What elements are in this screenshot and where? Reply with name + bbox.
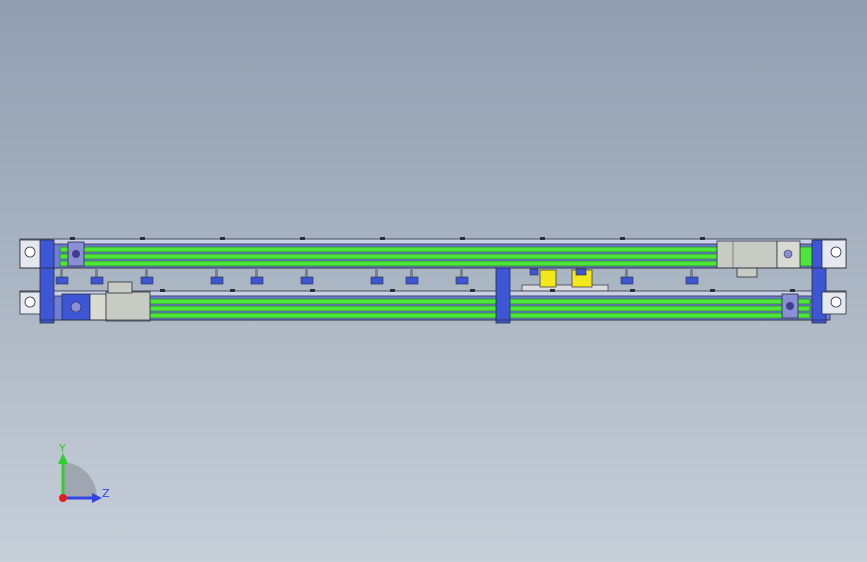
upper-top-fastener [220,237,225,240]
upper-hanging-bracket-row [55,268,699,285]
upper-top-fastener [70,237,75,240]
upper-top-fastener [140,237,145,240]
z-axis-label: Z [102,487,110,500]
lower-conveyor[interactable] [19,267,847,324]
upper-top-fastener [460,237,465,240]
lower-middle-leg [495,267,511,324]
upper-top-fastener [700,237,705,240]
hanger-clamp [620,276,634,285]
lower-top-fastener [710,289,715,292]
hanger-post [625,268,628,278]
sensor-blue-tab-left [529,268,539,276]
hanger-post [255,268,258,278]
upper-top-fastener [540,237,545,240]
lower-top-fastener [470,289,475,292]
lower-motor-top-cap [107,281,133,294]
hanger-post [145,268,148,278]
upper-motor-shaft [783,249,793,259]
upper-left-bracket [39,239,55,271]
conveyor-assembly-drawing[interactable]: Y Z [0,0,867,562]
lower-top-fastener [160,289,165,292]
sensor-yellow-block-left [539,269,557,288]
lower-motor-housing [105,291,151,322]
upper-top-fastener [620,237,625,240]
upper-conveyor[interactable] [19,237,847,285]
hanger-clamp [370,276,384,285]
hanger-clamp [300,276,314,285]
z-axis-arrowhead [92,493,102,503]
x-axis-origin-dot [59,494,67,502]
lower-left-bolt-hole [24,296,36,308]
hanger-clamp [685,276,699,285]
upper-motor-housing [716,240,778,269]
upper-left-drive-hub [72,250,80,258]
lower-top-fastener [550,289,555,292]
lower-left-leg [39,267,55,324]
sensor-mount-plate [521,284,609,292]
hanger-post [375,268,378,278]
hanger-clamp [55,276,69,285]
hanger-clamp [455,276,469,285]
upper-top-fastener [300,237,305,240]
lower-belt-strip-1 [149,298,811,305]
lower-top-fastener [230,289,235,292]
lower-belt-strip-2 [149,305,811,312]
cad-viewport[interactable]: Y Z [0,0,867,562]
upper-belt-strip-3 [59,260,721,267]
lower-left-drive-hub [70,301,82,313]
lower-right-drive-hub [786,302,794,310]
lower-motor-flange [89,293,107,321]
lower-top-fastener [630,289,635,292]
hanger-post [460,268,463,278]
sensor-assembly[interactable] [521,268,609,292]
upper-motor-base [736,267,758,278]
upper-left-bolt-hole [24,246,36,258]
axis-triad[interactable]: Y Z [58,442,110,503]
lower-top-fastener [310,289,315,292]
lower-belt-strip-3 [149,312,811,319]
hanger-post [690,268,693,278]
hanger-post [410,268,413,278]
hanger-clamp [90,276,104,285]
hanger-post [215,268,218,278]
y-axis-label: Y [58,442,66,455]
hanger-post [60,268,63,278]
lower-top-fastener [790,289,795,292]
triad-quadrant [63,462,98,498]
sensor-blue-tab-right [575,268,587,276]
upper-belt-strip-2 [59,253,721,260]
hanger-clamp [140,276,154,285]
hanger-post [305,268,308,278]
hanger-clamp [250,276,264,285]
hanger-post [95,268,98,278]
lower-top-fastener [390,289,395,292]
hanger-clamp [210,276,224,285]
upper-right-bolt-hole [830,246,842,258]
upper-top-fastener [380,237,385,240]
lower-right-bolt-hole [830,296,842,308]
hanger-clamp [405,276,419,285]
upper-belt-strip-1 [59,246,721,253]
